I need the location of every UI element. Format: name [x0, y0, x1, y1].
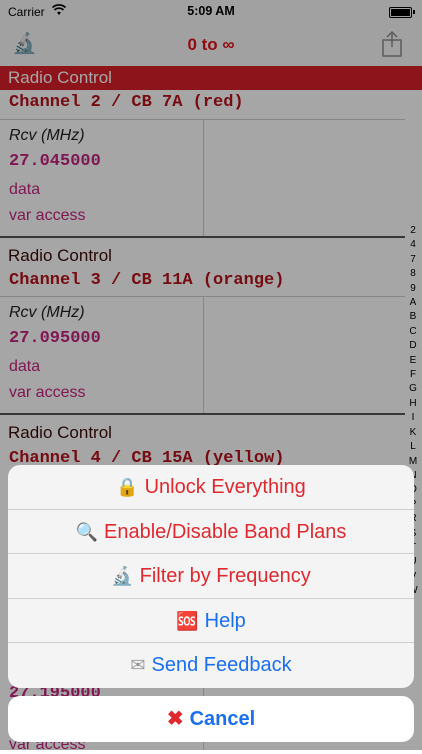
unlock-everything-button[interactable]: 🔒 Unlock Everything — [8, 465, 414, 510]
x-icon: ✖ — [166, 708, 184, 730]
lock-icon: 🔒 — [116, 477, 139, 497]
sos-icon: 🆘 — [176, 610, 199, 631]
cancel-button[interactable]: ✖ Cancel — [8, 696, 414, 742]
band-plans-label: Enable/Disable Band Plans — [104, 520, 347, 543]
band-plans-button[interactable]: 🔍 Enable/Disable Band Plans — [8, 510, 414, 555]
action-sheet: 🔒 Unlock Everything 🔍 Enable/Disable Band … — [8, 465, 414, 688]
cancel-label: Cancel — [189, 708, 256, 730]
help-label: Help — [204, 609, 246, 632]
filter-frequency-label: Filter by Frequency — [139, 565, 311, 588]
filter-frequency-button[interactable]: 🔬 Filter by Frequency — [8, 554, 414, 599]
help-button[interactable]: 🆘 Help — [8, 599, 414, 644]
envelope-icon: ✉ — [130, 655, 146, 676]
send-feedback-button[interactable]: ✉ Send Feedback — [8, 643, 414, 688]
microscope-icon: 🔬 — [111, 566, 134, 587]
unlock-everything-label: Unlock Everything — [144, 476, 306, 498]
send-feedback-label: Send Feedback — [151, 654, 292, 677]
magnifier-icon: 🔍 — [75, 521, 99, 542]
